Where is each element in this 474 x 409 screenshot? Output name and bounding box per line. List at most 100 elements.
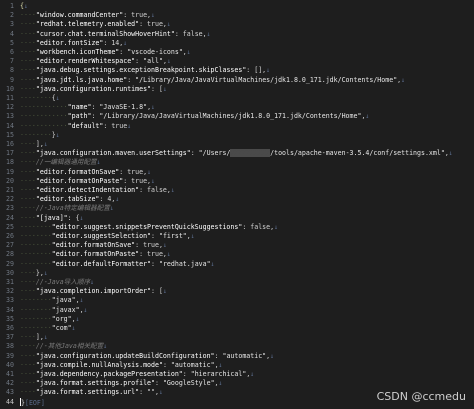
line-number: 33 [6,296,14,305]
code-line[interactable]: 34 ········"javax",↓ [0,306,474,315]
code-line[interactable]: 32 ····"java.completion.importOrder": [↓ [0,287,474,296]
code-line[interactable]: 39 ····"java.configuration.updateBuildCon… [0,352,474,361]
code-line[interactable]: 31 ····//-Java导入顺序↓ [0,278,474,287]
code-line[interactable]: 41 ····"java.dependency.packagePresentati… [0,370,474,379]
code-line[interactable]: 16 ····],↓ [0,140,474,149]
code-line[interactable]: 33 ········"java",↓ [0,296,474,305]
newline-marker: ↓ [162,287,167,296]
code-token: ···· [20,351,36,360]
code-line[interactable]: 22 ····"editor.tabSize": 4,↓ [0,195,474,204]
code-token: ············ [20,121,68,130]
code-token: "java.dependency.packagePresentation" [35,370,183,378]
line-number: 21 [6,186,14,194]
code-line[interactable]: 35 ········"org",↓ [0,315,474,324]
line-code: ····"editor.formatOnPaste": true,↓ [20,177,155,186]
code-token: ········ [20,241,52,250]
line-number: 4 [10,29,14,38]
newline-marker: ↓ [147,167,152,176]
code-token: ], [35,333,44,342]
code-token: "org" [51,314,72,323]
code-token: "java.format.settings.url" [35,388,140,397]
code-line[interactable]: 1 {↓ [0,2,474,11]
code-line[interactable]: 9 ····"java.jdt.ls.java.home": "/Library/… [0,76,474,85]
code-token: ········ [20,259,52,268]
code-line[interactable]: 3 ····"redhat.telemetry.enabled": true,↓ [0,20,474,29]
line-code: ····"editor.formatOnSave": true,↓ [20,168,151,177]
line-number: 24 [6,213,14,222]
code-line[interactable]: 36 ········"com"↓ [0,324,474,333]
newline-marker: ↓ [250,370,255,378]
code-line[interactable]: 5 ····"editor.fontSize": 14,↓ [0,39,474,48]
code-line[interactable]: 17 ····"java.configuration.maven.userSett… [0,149,474,158]
code-line[interactable]: 20 ····"editor.formatOnPaste": true,↓ [0,177,474,186]
code-token: ···· [20,11,36,20]
code-line[interactable]: 11 ········{↓ [0,94,474,103]
code-token: ···· [20,287,36,296]
code-token: "name" [67,103,92,112]
code-line[interactable]: 15 ········}↓ [0,131,474,140]
newline-marker: ↓ [151,176,156,185]
code-line[interactable]: 38 ····//-其他Java相关配置↓ [0,342,474,351]
newline-marker: ↓ [23,2,28,10]
code-line[interactable]: 12 ············"name": "JavaSE-1.8",↓ [0,103,474,112]
code-line[interactable]: 10 ····"java.configuration.runtimes": [↓ [0,85,474,94]
code-line[interactable]: 29 ········"editor.defaultFormatter": "re… [0,260,474,269]
line-code: ····"[java]": {↓ [20,214,84,223]
code-token: ···· [20,342,36,351]
line-number: 30 [6,268,14,277]
code-line[interactable]: 19 ····"editor.formatOnSave": true,↓ [0,168,474,177]
code-token: ········ [20,130,52,139]
code-token: "path" [67,112,92,121]
code-line[interactable]: 4 ····"cursor.chat.terminalShowHoverHint"… [0,30,474,39]
code-token: ···· [20,379,36,388]
code-line[interactable]: 7 ····"editor.renderWhitespace": "all",↓ [0,57,474,66]
code-line[interactable]: 30 ····},↓ [0,269,474,278]
watermark: CSDN @ccmedu [376,390,466,403]
code-editor[interactable]: 1 {↓ 2 ····"window.commandCenter": true,↓ 3 ·… [0,0,474,409]
code-line[interactable]: 23 ····//-Java特定编辑器配置↓ [0,204,474,213]
line-code: ····//-Java导入顺序↓ [20,278,94,287]
code-line[interactable]: 42 ····"java.format.settings.profile": "G… [0,379,474,388]
code-token: "java.jdt.ls.java.home" [35,75,128,84]
newline-marker: ↓ [43,268,48,277]
line-number: 28 [6,250,14,259]
code-line[interactable]: 13 ············"path": "/Library/Java/Jav… [0,112,474,121]
newline-marker: ↓ [274,222,279,231]
code-line[interactable]: 8 ····"java.debug.settings.exceptionBreak… [0,66,474,75]
code-token: "hierarchical" [190,370,247,378]
code-token: ···· [20,195,36,204]
code-line[interactable]: 24 ····"[java]": {↓ [0,214,474,223]
code-line[interactable]: 37 ····],↓ [0,333,474,342]
code-line[interactable]: 6 ····"workbench.iconTheme": "vscode-icon… [0,48,474,57]
newline-marker: ↓ [103,342,108,351]
line-code: ····],↓ [20,333,48,342]
code-line[interactable]: 14 ············"default": true↓ [0,122,474,131]
code-line[interactable]: 25 ········"editor.suggest.snippetsPreven… [0,223,474,232]
code-line[interactable]: 28 ········"editor.formatOnPaste": true,↓ [0,250,474,259]
line-number: 40 [6,360,14,369]
newline-marker: ↓ [365,112,370,121]
newline-marker: ↓ [218,360,223,369]
code-line[interactable]: 2 ····"window.commandCenter": true,↓ [0,11,474,20]
line-number: 19 [6,167,14,176]
code-line[interactable]: 21 ····"editor.detectIndentation": false,… [0,186,474,195]
code-token: "GoogleStyle" [162,379,215,388]
newline-marker: ↓ [210,259,215,268]
newline-marker: ↓ [166,250,171,259]
code-line[interactable]: 40 ····"java.compile.nullAnalysis.mode": … [0,361,474,370]
code-line[interactable]: 18 ····//一编辑器通用配置↓ [0,158,474,167]
line-number: 44 [6,397,14,406]
code-token: "window.commandCenter" [35,11,124,20]
code-line[interactable]: 27 ········"editor.formatOnSave": true,↓ [0,241,474,250]
code-token: "editor.suggestSelection" [51,232,152,240]
code-token: "java.configuration.runtimes" [35,84,152,93]
newline-marker: ↓ [162,84,167,93]
code-token: : [154,379,163,388]
code-token: "java" [51,296,76,305]
code-line[interactable]: 26 ········"editor.suggestSelection": "fi… [0,232,474,241]
line-code: ····"java.debug.settings.exceptionBreakp… [20,66,270,75]
code-comment: //一编辑器通用配置 [35,158,97,167]
newline-marker: ↓ [448,149,453,158]
newline-marker: ↓ [166,57,171,66]
code-token: [EOF] [24,398,45,407]
